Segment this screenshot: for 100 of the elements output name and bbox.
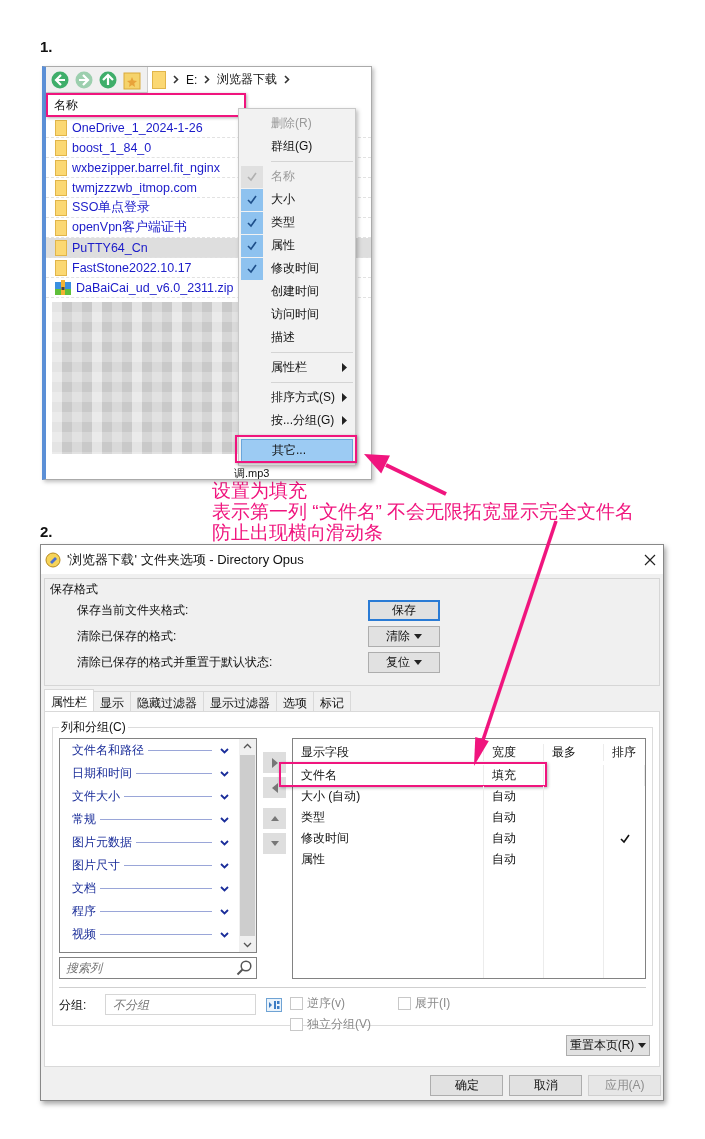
remove-button[interactable] (263, 777, 286, 798)
column-header[interactable]: 排序 (604, 743, 645, 761)
category-item[interactable]: 日期和时间 (72, 762, 229, 785)
folder-icon (152, 70, 166, 89)
menu-item[interactable]: 属性栏 (241, 356, 353, 379)
table-cell: 文件名 (293, 765, 484, 786)
back-icon[interactable] (51, 70, 69, 89)
tab[interactable]: 显示 (93, 691, 131, 711)
tab[interactable]: 隐藏过滤器 (130, 691, 204, 711)
table-cell: 修改时间 (293, 828, 484, 849)
folder-icon (55, 139, 67, 156)
chevron-down-icon (220, 770, 229, 777)
chevron-down-icon (220, 839, 229, 846)
move-up-button[interactable] (263, 808, 286, 829)
category-item[interactable]: 程序 (72, 900, 229, 923)
table-cell: 属性 (293, 849, 484, 870)
chevron-down-icon (220, 793, 229, 800)
chevron-icon (284, 75, 291, 84)
action-button[interactable]: 清除 (368, 625, 440, 647)
category-item[interactable]: 图片尺寸 (72, 854, 229, 877)
category-item[interactable]: 文件名和路径 (72, 739, 229, 762)
add-button[interactable] (263, 752, 286, 773)
caret-icon (414, 633, 422, 639)
annotation-text: 设置为填充 (212, 480, 308, 501)
step-number: 1. (40, 38, 53, 56)
scroll-up-icon (243, 743, 252, 749)
category-item[interactable]: 图片元数据 (72, 831, 229, 854)
star-folder-icon[interactable] (123, 69, 141, 90)
close-icon (644, 553, 656, 566)
menu-item[interactable]: 排序方式(S) (241, 386, 353, 409)
folder-icon (55, 179, 67, 196)
breadcrumb[interactable]: 浏览器下载 (217, 71, 278, 88)
address-bar[interactable]: E: 浏览器下载 (147, 66, 371, 93)
folder-icon (55, 159, 67, 176)
menu-item[interactable]: 访问时间 (241, 303, 353, 326)
folder-icon (55, 119, 67, 136)
menu-item[interactable]: 群组(G) (241, 135, 353, 158)
table-cell: 自动 (484, 849, 544, 870)
folder-icon (55, 219, 67, 236)
submenu-arrow-icon (342, 393, 347, 402)
category-item[interactable]: 视频 (72, 923, 229, 946)
table-cell: 类型 (293, 807, 484, 828)
column-header[interactable]: 最多 (544, 743, 604, 761)
tab[interactable]: 属性栏 (44, 689, 94, 711)
category-item[interactable]: 文件大小 (72, 785, 229, 808)
field-label: 清除已保存的格式并重置于默认状态: (76, 653, 274, 671)
action-button[interactable]: 复位 (368, 651, 440, 673)
reset-button[interactable]: 重置本页(R) (566, 1035, 650, 1056)
category-item[interactable]: 文档 (72, 877, 229, 900)
scrollbar-thumb[interactable] (240, 755, 255, 936)
table-cell: 自动 (484, 807, 544, 828)
chevron-down-icon (220, 747, 229, 754)
grouping-icon[interactable] (266, 997, 282, 1013)
scrollbar[interactable] (239, 739, 256, 952)
folder-icon (55, 259, 67, 276)
folder-icon (55, 199, 67, 216)
table-cell: 填充 (484, 765, 544, 786)
up-icon[interactable] (99, 70, 117, 89)
category-item[interactable]: 常规 (72, 808, 229, 831)
group-field[interactable]: 不分组 (105, 994, 256, 1015)
chevron-down-icon (220, 862, 229, 869)
search-field[interactable]: 搜索列 (59, 957, 257, 979)
tab[interactable]: 标记 (313, 691, 351, 711)
menu-item[interactable]: 其它... (241, 439, 353, 462)
column-header[interactable]: 名称 (54, 97, 78, 114)
field-label: 保存当前文件夹格式: (76, 601, 190, 619)
move-down-button[interactable] (263, 833, 286, 854)
menu-item[interactable]: 描述 (241, 326, 353, 349)
chevron-down-icon (220, 931, 229, 938)
field-label: 清除已保存的格式: (76, 627, 178, 645)
group-title: 列和分组(C) (60, 719, 127, 736)
search-icon (236, 960, 252, 976)
menu-item[interactable]: 按...分组(G) (241, 409, 353, 432)
app-icon (45, 551, 61, 568)
breadcrumb[interactable]: E: (186, 72, 198, 87)
chevron-down-icon (220, 908, 229, 915)
archive-icon (55, 279, 71, 296)
window-title: '浏览器下载' 文件夹选项 - Directory Opus (67, 550, 305, 569)
dialog-button[interactable]: 取消 (509, 1075, 582, 1096)
annotation-text: 表示第一列 “文件名” 不会无限拓宽显示完全文件名 (212, 501, 635, 522)
group-title: 保存格式 (49, 581, 99, 597)
step-number: 2. (40, 523, 53, 541)
caret-icon (414, 659, 422, 665)
chevron-down-icon (220, 885, 229, 892)
chevron-icon (204, 75, 211, 84)
forward-icon[interactable] (75, 70, 93, 89)
dialog-button[interactable]: 确定 (430, 1075, 503, 1096)
table-cell: 大小 (自动) (293, 786, 484, 807)
tab[interactable]: 选项 (276, 691, 314, 711)
scroll-down-icon (243, 942, 252, 948)
field-label: 分组: (59, 997, 88, 1014)
menu-item[interactable]: 修改时间 (241, 257, 353, 280)
tab[interactable]: 显示过滤器 (203, 691, 277, 711)
chevron-icon (173, 75, 179, 84)
caret-icon (638, 1043, 647, 1048)
table-cell: 自动 (484, 786, 544, 807)
chevron-down-icon (220, 816, 229, 823)
file-name: 调.mp3 (234, 467, 270, 479)
action-button[interactable]: 保存 (368, 599, 440, 621)
annotation-text: 防止出现横向滑动条 (212, 522, 384, 543)
